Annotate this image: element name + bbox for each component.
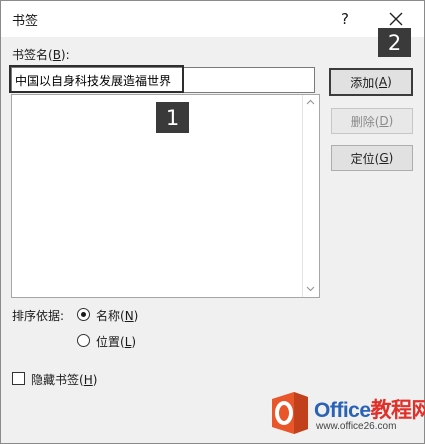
- delete-button-key: D: [379, 114, 389, 128]
- delete-button[interactable]: 删除(D): [331, 108, 413, 134]
- callout-badge-2: 2: [378, 28, 411, 57]
- sort-by-name-end: ): [133, 309, 139, 323]
- scroll-up-icon[interactable]: [306, 99, 315, 105]
- callout-badge-1: 1: [156, 102, 189, 133]
- hidden-bookmarks-key: H: [83, 373, 93, 387]
- sort-label: 排序依据:: [12, 309, 65, 323]
- delete-button-text: 删除(: [350, 114, 380, 129]
- watermark-brand-office: Office: [314, 399, 371, 422]
- bookmark-name-label-text: 书签名(: [12, 48, 53, 62]
- sort-by-location-text: 位置(: [96, 335, 125, 349]
- site-watermark: Office教程网 www.office26.com: [268, 390, 425, 440]
- list-scrollbar[interactable]: [302, 95, 319, 297]
- bookmark-name-label: 书签名(B):: [12, 46, 70, 63]
- sort-by-location-radio[interactable]: [77, 334, 90, 347]
- watermark-brand-site: 教程网: [370, 399, 425, 422]
- hidden-bookmarks-text: 隐藏书签(: [31, 373, 84, 387]
- watermark-url: www.office26.com: [316, 421, 397, 432]
- close-icon: [389, 12, 403, 26]
- scroll-down-icon[interactable]: [306, 286, 315, 292]
- hidden-bookmarks-checkbox[interactable]: [12, 372, 25, 385]
- sort-by-name-label[interactable]: 名称(N): [96, 307, 138, 324]
- watermark-brand: Office教程网: [314, 394, 425, 424]
- bookmark-dialog: 书签 ? 书签名(B): 1 2 添加(A) 删除(D) 定位(G) 排序依据:: [0, 0, 425, 444]
- help-label: ?: [341, 10, 349, 28]
- title-bar: 书签 ?: [1, 1, 424, 37]
- radio-dot: [81, 312, 86, 317]
- add-button-end: ): [387, 75, 392, 89]
- add-button-text: 添加(: [350, 75, 379, 90]
- bookmark-name-label-end: ):: [60, 48, 70, 62]
- sort-by-name-text: 名称(: [96, 309, 125, 323]
- goto-button-end: ): [388, 151, 394, 165]
- goto-button-text: 定位(: [350, 151, 380, 166]
- callout-frame-1: [9, 65, 184, 93]
- hidden-bookmarks-label[interactable]: 隐藏书签(H): [31, 371, 97, 388]
- goto-button[interactable]: 定位(G): [331, 145, 413, 171]
- bookmark-name-access-key: B: [52, 48, 61, 62]
- sort-by-location-end: ): [131, 335, 137, 349]
- sort-by-name-radio[interactable]: [77, 308, 90, 321]
- office-logo-icon: [272, 392, 308, 434]
- hidden-bookmarks-end: ): [92, 373, 98, 387]
- dialog-title: 书签: [12, 14, 39, 29]
- sort-by-name-key: N: [124, 309, 134, 323]
- sort-by-location-label[interactable]: 位置(L): [96, 333, 136, 350]
- help-button[interactable]: ?: [332, 5, 358, 33]
- add-button[interactable]: 添加(A): [329, 68, 413, 96]
- goto-button-key: G: [379, 151, 389, 165]
- add-button-key: A: [378, 75, 388, 89]
- delete-button-end: ): [388, 114, 394, 128]
